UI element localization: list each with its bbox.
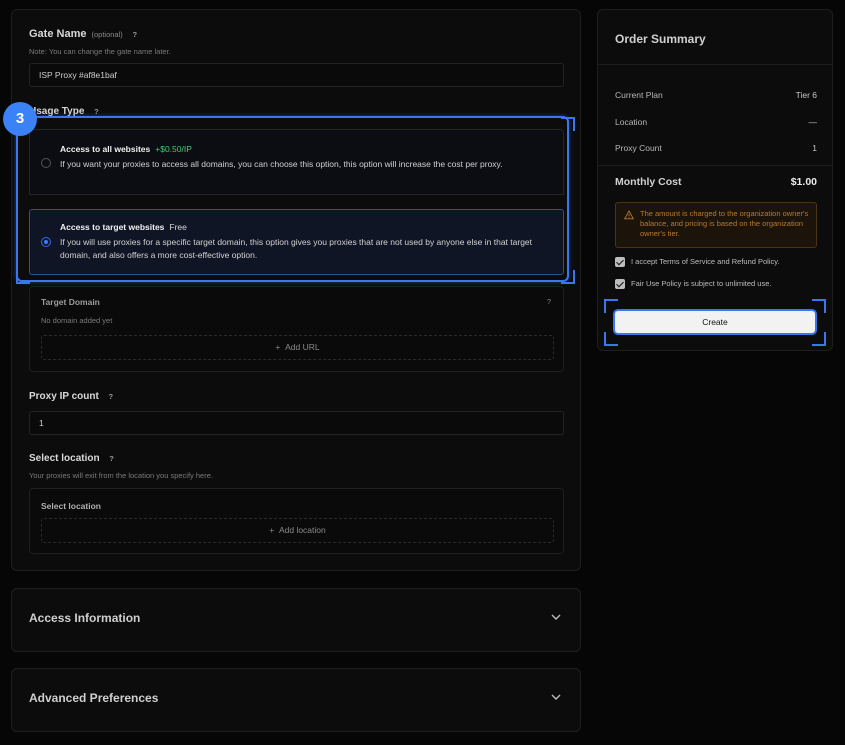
optional-tag: (optional) (91, 30, 123, 39)
accordion-title: Advanced Preferences (29, 691, 159, 705)
help-icon[interactable]: ? (130, 30, 140, 40)
gate-name-input[interactable]: ISP Proxy #af8e1baf (29, 63, 564, 87)
add-location-label: Add location (278, 525, 326, 535)
usage-type-highlight (16, 116, 569, 282)
gate-name-note: Note: You can change the gate name later… (29, 47, 171, 56)
create-button[interactable]: Create (613, 309, 817, 335)
gate-name-label: Gate Name (29, 28, 87, 40)
highlight-corner (16, 270, 30, 284)
add-url-label: Add URL (285, 342, 320, 352)
add-url-button[interactable]: + Add URL (41, 335, 554, 360)
select-location-heading: Select location? (29, 453, 117, 464)
target-domain-panel: Target Domain ? No domain added yet + Ad… (29, 286, 564, 372)
accordion-access-information[interactable]: Access Information (11, 588, 581, 652)
gate-name-heading: Gate Name (optional)? (29, 28, 140, 40)
highlight-corner (561, 270, 575, 284)
plus-icon: + (269, 525, 275, 535)
plus-icon: + (275, 342, 281, 352)
add-location-button[interactable]: + Add location (41, 518, 554, 543)
create-area: Create (597, 9, 833, 351)
proxy-ip-count-label: Proxy IP count (29, 391, 99, 402)
help-icon[interactable]: ? (547, 297, 551, 306)
help-icon[interactable]: ? (107, 454, 117, 464)
select-location-panel: Select location + Add location (29, 488, 564, 554)
target-domain-empty: No domain added yet (41, 316, 113, 325)
target-domain-label: Target Domain (41, 297, 100, 307)
accordion-title: Access Information (29, 611, 141, 625)
chevron-down-icon[interactable] (550, 611, 562, 623)
select-location-note: Your proxies will exit from the location… (29, 471, 213, 480)
help-icon[interactable]: ? (106, 392, 116, 402)
step-badge: 3 (3, 102, 37, 136)
proxy-ip-count-heading: Proxy IP count? (29, 391, 116, 402)
gate-form-panel: Gate Name (optional)? Note: You can chang… (11, 9, 581, 571)
select-location-inner-label: Select location (41, 501, 101, 511)
select-location-label: Select location (29, 453, 100, 464)
accordion-advanced-preferences[interactable]: Advanced Preferences (11, 668, 581, 732)
proxy-ip-count-input[interactable]: 1 (29, 411, 564, 435)
highlight-corner (561, 117, 575, 131)
chevron-down-icon[interactable] (550, 691, 562, 703)
